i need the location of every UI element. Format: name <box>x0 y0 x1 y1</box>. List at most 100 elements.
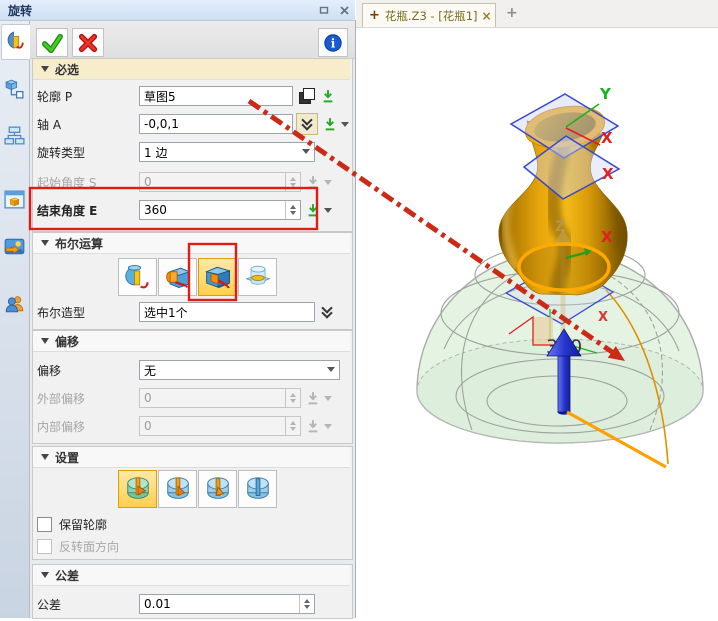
selected-face-highlight[interactable] <box>519 244 609 290</box>
inner-offset-spinbox <box>139 416 301 436</box>
inner-offset-input <box>140 417 285 435</box>
user-role-icon[interactable] <box>3 292 26 315</box>
dialog-toolbar: i <box>29 20 355 59</box>
spinner[interactable] <box>299 595 314 613</box>
offset-row: 偏移 无 <box>37 358 349 382</box>
offset-select[interactable]: 无 <box>139 360 340 380</box>
required-header[interactable]: 必选 <box>33 59 350 80</box>
profile-label: 轮廓 P <box>37 88 139 105</box>
tolerance-header[interactable]: 公差 <box>33 565 350 586</box>
revolve-dialog-panel: i 必选 布尔运算 偏移 设置 公差 轮廓 P 轴 A 旋转类型 1 边 <box>29 20 356 618</box>
boolean-remove-button[interactable] <box>198 258 237 296</box>
visual-manager-icon[interactable] <box>3 188 26 211</box>
collapse-arrow-icon <box>41 66 49 76</box>
restore-icon[interactable] <box>317 3 331 17</box>
dropdown-caret-icon[interactable] <box>341 122 349 131</box>
download-icon-disabled <box>306 419 320 433</box>
tab-active-document[interactable]: + 花瓶.Z3 - [花瓶1] × <box>362 3 496 27</box>
download-icon[interactable] <box>321 89 335 103</box>
end-angle-label: 结束角度 E <box>37 202 139 219</box>
dropdown-caret-icon <box>324 396 332 405</box>
offset-label: 偏移 <box>37 362 139 379</box>
settings-option-3-button[interactable] <box>198 470 237 508</box>
dropdown-caret-icon <box>324 424 332 433</box>
inner-offset-row: 内部偏移 <box>37 414 349 438</box>
boolean-header[interactable]: 布尔运算 <box>33 233 350 254</box>
left-icon-sidebar <box>0 20 30 618</box>
dropdown-caret-icon <box>327 367 335 376</box>
spinner[interactable] <box>285 201 300 219</box>
profile-row: 轮廓 P <box>37 84 349 108</box>
tab-plus-icon: + <box>369 8 380 23</box>
tolerance-input[interactable] <box>140 595 299 613</box>
assembly-structure-icon[interactable] <box>3 77 26 100</box>
outer-offset-spinbox <box>139 388 301 408</box>
dropdown-caret-icon[interactable] <box>324 208 332 217</box>
info-button[interactable]: i <box>318 28 348 57</box>
download-icon-disabled <box>306 175 320 189</box>
inner-offset-label: 内部偏移 <box>37 418 139 435</box>
ok-button[interactable] <box>36 28 68 57</box>
tolerance-label: 公差 <box>37 596 139 613</box>
start-angle-row: 起始角度 S <box>37 170 349 194</box>
spinner <box>285 173 300 191</box>
axis-row: 轴 A <box>37 112 349 136</box>
new-tab-button[interactable]: + <box>506 5 518 21</box>
collapse-arrow-icon <box>41 338 49 348</box>
boolean-shapes-input[interactable] <box>139 302 315 322</box>
start-angle-label: 起始角度 S <box>37 174 139 191</box>
spinner <box>285 417 300 435</box>
collapse-arrow-icon <box>41 240 49 250</box>
copy-icon[interactable] <box>298 87 316 105</box>
axis-input[interactable] <box>139 114 293 134</box>
flip-face-label: 反转面方向 <box>59 538 119 555</box>
keep-profile-checkbox[interactable] <box>37 517 52 532</box>
dropdown-caret-icon <box>302 149 310 158</box>
axis-label-x4: X <box>598 310 608 325</box>
download-icon[interactable] <box>306 203 320 217</box>
close-icon[interactable] <box>337 3 351 17</box>
collapse-arrow-icon <box>41 572 49 582</box>
revolve-type-select[interactable]: 1 边 <box>139 142 315 162</box>
axis-label-y: Y <box>599 85 612 103</box>
download-icon-disabled <box>306 391 320 405</box>
dropdown-caret-icon <box>324 180 332 189</box>
outer-offset-label: 外部偏移 <box>37 390 139 407</box>
end-angle-input[interactable] <box>140 201 285 219</box>
double-chevron-button[interactable] <box>296 113 318 135</box>
axis-label: 轴 A <box>37 116 139 133</box>
boolean-base-button[interactable] <box>118 258 157 296</box>
revolve-history-icon[interactable] <box>3 29 26 52</box>
axis-label-x1: X <box>601 129 613 147</box>
history-tree-icon[interactable] <box>3 124 26 147</box>
start-angle-spinbox[interactable] <box>139 172 301 192</box>
end-angle-spinbox[interactable] <box>139 200 301 220</box>
boolean-intersect-button[interactable] <box>238 258 277 296</box>
dialog-title: 旋转 <box>8 2 32 19</box>
tab-label: 花瓶.Z3 - [花瓶1] <box>385 8 478 24</box>
scene-render-icon[interactable] <box>3 235 26 258</box>
boolean-shapes-label: 布尔造型 <box>37 304 139 321</box>
axis-label-x2: X <box>602 165 614 183</box>
cancel-button[interactable] <box>72 28 104 57</box>
settings-option-2-button[interactable] <box>158 470 197 508</box>
end-angle-row: 结束角度 E <box>37 198 349 222</box>
tolerance-row: 公差 <box>37 592 349 616</box>
profile-input[interactable] <box>139 86 293 106</box>
svg-text:i: i <box>331 36 336 50</box>
revolve-type-label: 旋转类型 <box>37 144 139 161</box>
offset-header[interactable]: 偏移 <box>33 331 350 352</box>
boolean-add-button[interactable] <box>158 258 197 296</box>
tolerance-spinbox[interactable] <box>139 594 315 614</box>
settings-option-1-button[interactable] <box>118 470 157 508</box>
start-angle-input <box>140 173 285 191</box>
boolean-shapes-row: 布尔造型 <box>37 300 349 324</box>
download-icon[interactable] <box>323 117 337 131</box>
expand-double-chevron-icon[interactable] <box>323 307 331 317</box>
axis-label-x3: X <box>601 228 613 246</box>
settings-header[interactable]: 设置 <box>33 447 350 468</box>
tab-close-icon[interactable]: × <box>482 9 492 23</box>
3d-viewport[interactable]: Y X X X Z X 360 <box>356 27 718 618</box>
settings-option-4-button[interactable] <box>238 470 277 508</box>
3d-scene: Y X X X Z X 360 <box>356 27 718 618</box>
